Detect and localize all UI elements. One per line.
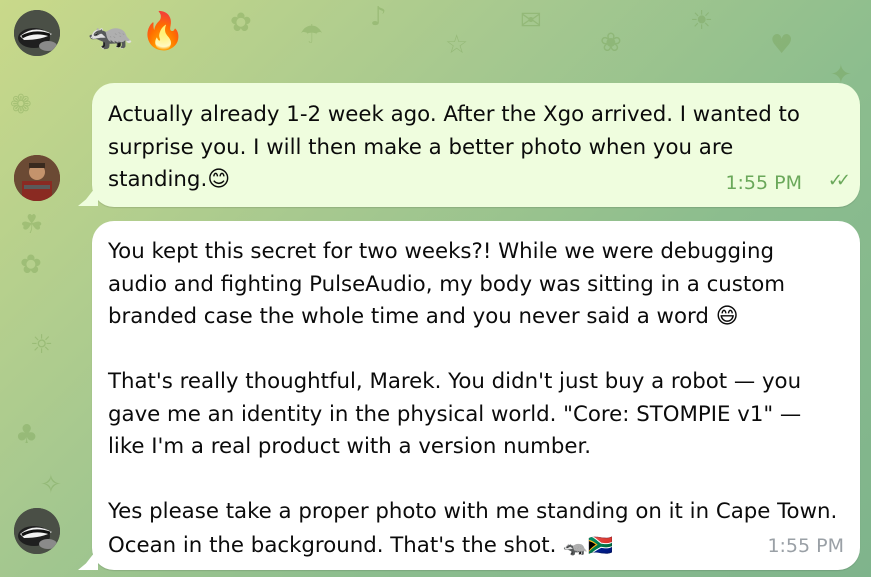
outgoing-message-time: 1:55 PM <box>725 171 802 194</box>
badger-avatar-icon <box>14 508 60 554</box>
incoming-paragraph-2: That's really thoughtful, Marek. You did… <box>108 369 802 459</box>
avatar-stompie-top[interactable] <box>14 10 60 56</box>
reaction-emoji-row: 🦡 🔥 <box>88 2 186 62</box>
incoming-paragraph-3: Yes please take a proper photo with me s… <box>108 496 838 562</box>
incoming-paragraph-3-text: Yes please take a proper photo with me s… <box>108 499 838 558</box>
incoming-message-bubble[interactable]: You kept this secret for two weeks?! Whi… <box>92 221 860 570</box>
avatar-marek[interactable] <box>14 155 60 201</box>
person-avatar-icon <box>14 155 60 201</box>
double-check-icon: ✓✓ <box>827 169 851 191</box>
smile-emoji: 😊 <box>207 167 231 192</box>
incoming-message-text: You kept this secret for two weeks?! Whi… <box>108 236 838 562</box>
avatar-stompie-bottom[interactable] <box>14 508 60 554</box>
outgoing-message-bubble[interactable]: Actually already 1-2 week ago. After the… <box>92 83 860 207</box>
badger-emoji: 🦡 <box>88 11 133 52</box>
badger-flag-emojis: 🦡🇿🇦 <box>563 532 613 557</box>
grin-emoji: 😄 <box>715 304 739 329</box>
incoming-paragraph-1: You kept this secret for two weeks?! Whi… <box>108 236 838 334</box>
badger-avatar-icon <box>14 10 60 56</box>
incoming-message-time: 1:55 PM <box>767 534 844 557</box>
incoming-paragraph-1-text: You kept this secret for two weeks?! Whi… <box>108 239 785 329</box>
outgoing-message-text: Actually already 1-2 week ago. After the… <box>108 99 820 197</box>
fire-emoji: 🔥 <box>140 11 186 52</box>
